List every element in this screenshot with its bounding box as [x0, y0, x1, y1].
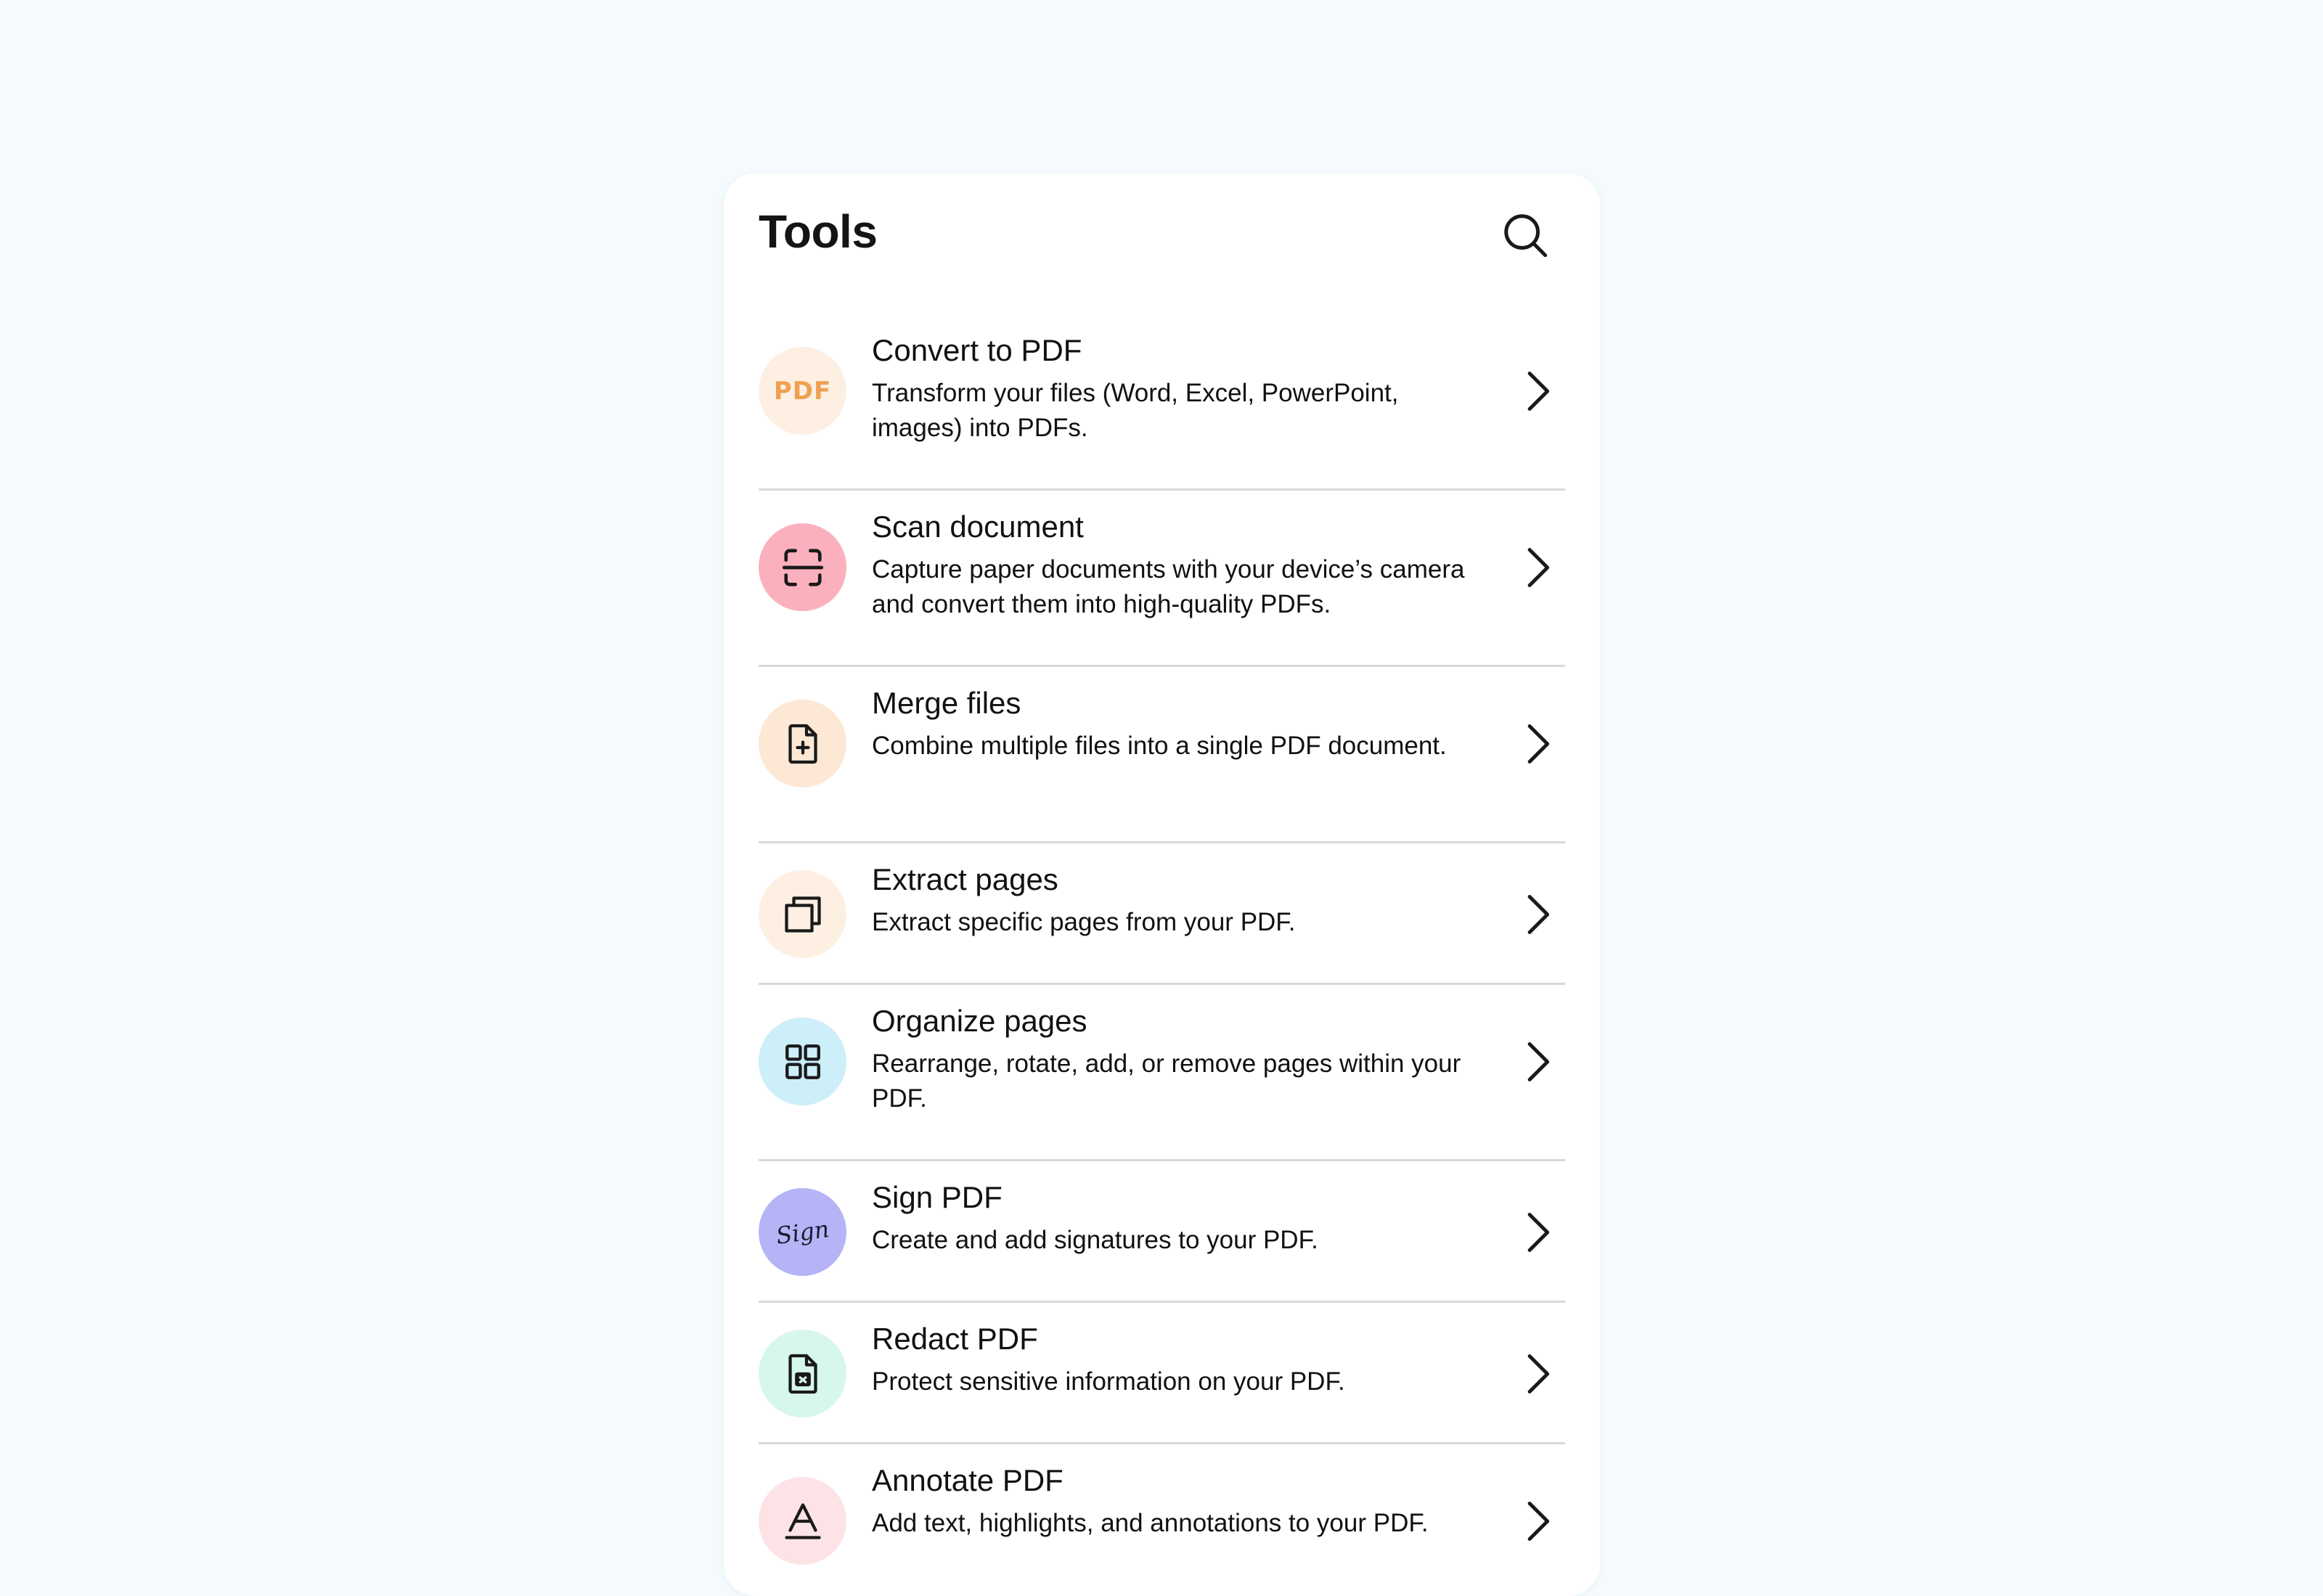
scan-icon — [759, 523, 846, 611]
tool-item-extract-pages[interactable]: Extract pages Extract specific pages fro… — [759, 843, 1565, 985]
tool-description: Create and add signatures to your PDF. — [872, 1226, 1318, 1254]
file-redact-icon — [759, 1330, 846, 1417]
grid-icon — [759, 1018, 846, 1105]
tool-item-organize-pages[interactable]: Organize pages Rearrange, rotate, add, o… — [759, 985, 1565, 1161]
tool-title: Extract pages — [872, 862, 1058, 896]
tool-description: Transform your files (Word, Excel, Power… — [872, 379, 1399, 442]
tools-list: PDF Convert to PDF Transform your files … — [759, 314, 1565, 1596]
page-title: Tools — [759, 205, 878, 258]
tool-item-annotate-pdf[interactable]: Annotate PDF Add text, highlights, and a… — [759, 1444, 1565, 1596]
tool-title: Annotate PDF — [872, 1463, 1063, 1497]
tool-title: Organize pages — [872, 1004, 1087, 1038]
tool-description: Protect sensitive information on your PD… — [872, 1367, 1345, 1396]
chevron-right-icon — [1516, 1345, 1559, 1403]
tool-item-redact-pdf[interactable]: Redact PDF Protect sensitive information… — [759, 1303, 1565, 1444]
tools-panel: Tools PDF Convert to PDF Transform your … — [724, 173, 1600, 1596]
tool-description: Rearrange, rotate, add, or remove pages … — [872, 1049, 1461, 1113]
tool-item-merge-files[interactable]: Merge files Combine multiple files into … — [759, 667, 1565, 843]
chevron-right-icon — [1516, 715, 1559, 773]
chevron-right-icon — [1516, 1033, 1559, 1091]
tool-description: Extract specific pages from your PDF. — [872, 908, 1296, 936]
text-annotate-icon — [759, 1477, 846, 1565]
tool-description: Add text, highlights, and annotations to… — [872, 1509, 1429, 1537]
tool-title: Merge files — [872, 686, 1021, 720]
tool-title: Convert to PDF — [872, 333, 1082, 367]
search-button[interactable] — [1493, 202, 1558, 268]
tool-item-scan-document[interactable]: Scan document Capture paper documents wi… — [759, 491, 1565, 667]
tool-item-sign-pdf[interactable]: Sign Sign PDF Create and add signatures … — [759, 1161, 1565, 1303]
header: Tools — [759, 173, 1565, 297]
pdf-icon: PDF — [759, 347, 846, 435]
chevron-right-icon — [1516, 885, 1559, 944]
tool-description: Combine multiple files into a single PDF… — [872, 732, 1447, 760]
search-icon — [1504, 214, 1548, 258]
tool-title: Redact PDF — [872, 1322, 1038, 1356]
chevron-right-icon — [1516, 1492, 1559, 1550]
file-plus-icon — [759, 700, 846, 787]
chevron-right-icon — [1516, 362, 1559, 420]
chevron-right-icon — [1516, 539, 1559, 597]
signature-icon: Sign — [759, 1188, 846, 1276]
tool-description: Capture paper documents with your device… — [872, 555, 1465, 618]
tool-item-convert-to-pdf[interactable]: PDF Convert to PDF Transform your files … — [759, 314, 1565, 491]
copy-pages-icon — [759, 870, 846, 958]
tool-title: Scan document — [872, 510, 1084, 544]
tool-title: Sign PDF — [872, 1180, 1003, 1214]
chevron-right-icon — [1516, 1203, 1559, 1261]
